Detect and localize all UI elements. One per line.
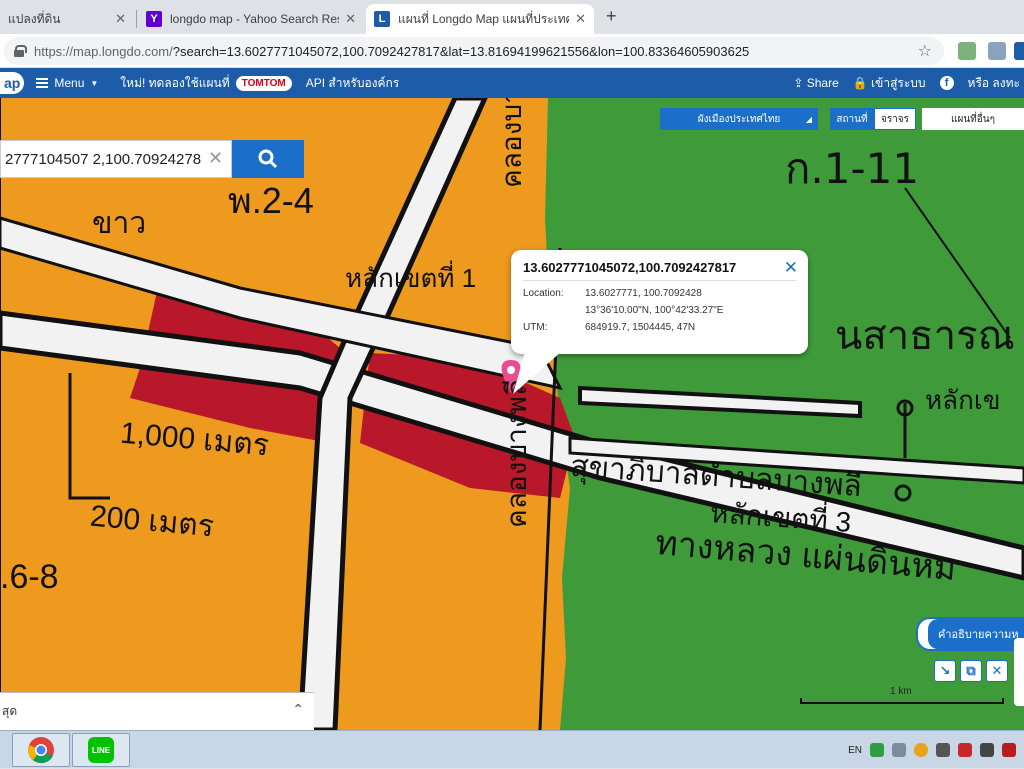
login-button[interactable]: 🔒 เข้าสู่ระบบ — [853, 74, 926, 93]
longdo-icon: L — [374, 11, 390, 27]
tab-label: แผนที่ Longdo Map แผนที่ประเทศไ — [398, 11, 570, 26]
app-tray-icon[interactable] — [958, 743, 972, 757]
search-value: 2777104507 2,100.70924278 — [5, 150, 202, 168]
map-label-zone-code: พ.2-4 — [228, 180, 314, 221]
popup-row-dms: 13°36'10.00"N, 100°42'33.27"E — [523, 302, 796, 319]
browser-toolbar: https://map.longdo.com/ ?search=13.60277… — [0, 34, 1024, 68]
or-register-label[interactable]: หรือ ลงทะ — [968, 74, 1020, 93]
url-host: https://map.longdo.com/ — [34, 43, 173, 59]
app-header: ap Menu ▼ ใหม่! ทดลองใช้แผนที่ TOMTOM AP… — [0, 68, 1024, 98]
extension-icon[interactable] — [1014, 42, 1024, 60]
speaker-icon[interactable] — [936, 743, 950, 757]
tab-longdo-map[interactable]: L แผนที่ Longdo Map แผนที่ประเทศไ ✕ — [366, 4, 594, 34]
longdo-logo[interactable]: ap — [0, 72, 25, 94]
side-tab[interactable] — [1014, 638, 1024, 706]
chevron-up-icon[interactable]: ⌃ — [292, 701, 304, 718]
results-panel[interactable]: สุด ⌃ — [0, 692, 314, 730]
extension-icon[interactable] — [988, 42, 1006, 60]
map-canvas[interactable]: ก.1-11 พ.2-4 ขาว 1,000 เมตร 200 เมตร .6-… — [0, 98, 1024, 730]
scale-bar: 1 km — [800, 686, 1004, 704]
scale-label: 1 km — [890, 686, 912, 697]
star-icon[interactable]: ☆ — [918, 41, 932, 61]
map-label-canal: คลองบางพลี — [501, 378, 532, 528]
tomtom-badge[interactable]: TOMTOM — [235, 75, 292, 91]
line-taskbar-button[interactable]: LINE — [72, 733, 130, 767]
app-tray-icon[interactable] — [892, 743, 906, 757]
other-maps-label: แผนที่อื่นๆ — [951, 113, 995, 125]
line-icon: LINE — [88, 737, 114, 763]
measure-icon[interactable]: ↘ — [934, 660, 956, 682]
menu-label: Menu — [54, 76, 85, 90]
popup-row-utm: UTM: 684919.7, 1504445, 47N — [523, 319, 796, 336]
results-panel-label: สุด — [2, 704, 18, 718]
map-label-boundary: หลักเข — [925, 385, 1001, 415]
language-indicator[interactable]: EN — [848, 745, 862, 756]
api-link[interactable]: API สำหรับองค์กร — [306, 74, 400, 93]
toggle-places[interactable]: สถานที่ — [830, 108, 874, 130]
popup-tail — [513, 352, 561, 394]
map-label-canal: คลองบางพลี — [496, 98, 527, 188]
popup-value: 684919.7, 1504445, 47N — [585, 322, 696, 333]
promo-text[interactable]: ใหม่! ทดลองใช้แผนที่ — [120, 74, 229, 93]
copy-icon[interactable]: ⧉ — [960, 660, 982, 682]
notification-icon[interactable] — [1002, 743, 1016, 757]
close-icon[interactable]: ✕ — [345, 11, 356, 27]
clear-icon[interactable]: ✕ — [208, 148, 223, 169]
tab-strip: แปลงที่ดิน ✕ Y longdo map - Yahoo Search… — [0, 0, 1024, 34]
tab-label: longdo map - Yahoo Search Res — [170, 12, 340, 26]
yahoo-icon: Y — [146, 11, 162, 27]
location-popup: 13.6027771045072,100.7092427817 ✕ Locati… — [511, 250, 808, 354]
popup-value: 13.6027771, 100.7092428 — [585, 288, 702, 299]
map-label-boundary: หลักเขตที่ 1 — [345, 263, 477, 293]
layer-select-label: ผังเมืองประเทศไทย — [697, 113, 781, 125]
toggle-traffic[interactable]: จราจร — [874, 108, 916, 130]
popup-key: Location: — [523, 288, 564, 299]
popup-title: 13.6027771045072,100.7092427817 — [523, 260, 737, 275]
chevron-down-icon: ◢ — [805, 114, 812, 124]
toggle-traffic-label: จราจร — [880, 113, 910, 125]
system-tray: EN — [848, 731, 1024, 769]
share-label: Share — [806, 76, 839, 90]
hamburger-icon — [36, 78, 49, 88]
extension-icon[interactable] — [958, 42, 976, 60]
close-icon[interactable]: ✕ — [575, 11, 586, 27]
other-maps-select[interactable]: แผนที่อื่นๆ — [922, 108, 1024, 130]
chevron-down-icon: ▼ — [90, 78, 99, 88]
tab-label: แปลงที่ดิน — [8, 11, 61, 26]
map-label: นสาธารณ — [835, 314, 1015, 358]
map-label-zone-code: .6-8 — [0, 558, 59, 596]
tab-land-plot[interactable]: แปลงที่ดิน ✕ — [0, 4, 134, 34]
chrome-taskbar-button[interactable] — [12, 733, 70, 767]
address-bar[interactable]: https://map.longdo.com/ ?search=13.60277… — [4, 37, 944, 65]
popup-key: UTM: — [523, 322, 548, 333]
chrome-icon — [28, 737, 54, 764]
login-label: เข้าสู่ระบบ — [871, 75, 926, 90]
close-icon[interactable]: ✕ — [986, 660, 1008, 682]
map-label: ขาว — [92, 207, 147, 240]
url-query: ?search=13.6027771045072,100.7092427817&… — [172, 43, 750, 59]
close-icon[interactable]: ✕ — [115, 11, 126, 27]
app-tray-icon[interactable] — [914, 743, 928, 757]
map-label-zone-code: ก.1-11 — [785, 144, 920, 193]
network-icon[interactable] — [980, 743, 994, 757]
menu-button[interactable]: Menu ▼ — [36, 76, 98, 90]
search-input[interactable]: 2777104507 2,100.70924278 — [0, 140, 232, 178]
layer-select[interactable]: ผังเมืองประเทศไทย ◢ — [660, 108, 818, 130]
popup-value: 13°36'10.00"N, 100°42'33.27"E — [585, 305, 724, 316]
search-icon — [258, 149, 278, 169]
tab-yahoo-search[interactable]: Y longdo map - Yahoo Search Res ✕ — [138, 4, 364, 34]
legend-label: คำอธิบายความห — [928, 619, 1024, 649]
taskbar: LINE EN — [0, 730, 1024, 768]
popup-row-location: Location: 13.6027771, 100.7092428 — [523, 285, 796, 302]
search-button[interactable] — [232, 140, 304, 178]
facebook-icon[interactable]: f — [939, 76, 954, 90]
line-tray-icon[interactable] — [870, 743, 884, 757]
legend-button[interactable]: คำอธิบายความห — [916, 617, 1024, 651]
share-button[interactable]: ⇪ Share — [793, 76, 838, 90]
new-tab-icon[interactable]: + — [606, 6, 617, 27]
toggle-places-label: สถานที่ — [836, 113, 868, 125]
close-icon[interactable]: ✕ — [784, 258, 798, 278]
lock-icon — [14, 45, 27, 57]
